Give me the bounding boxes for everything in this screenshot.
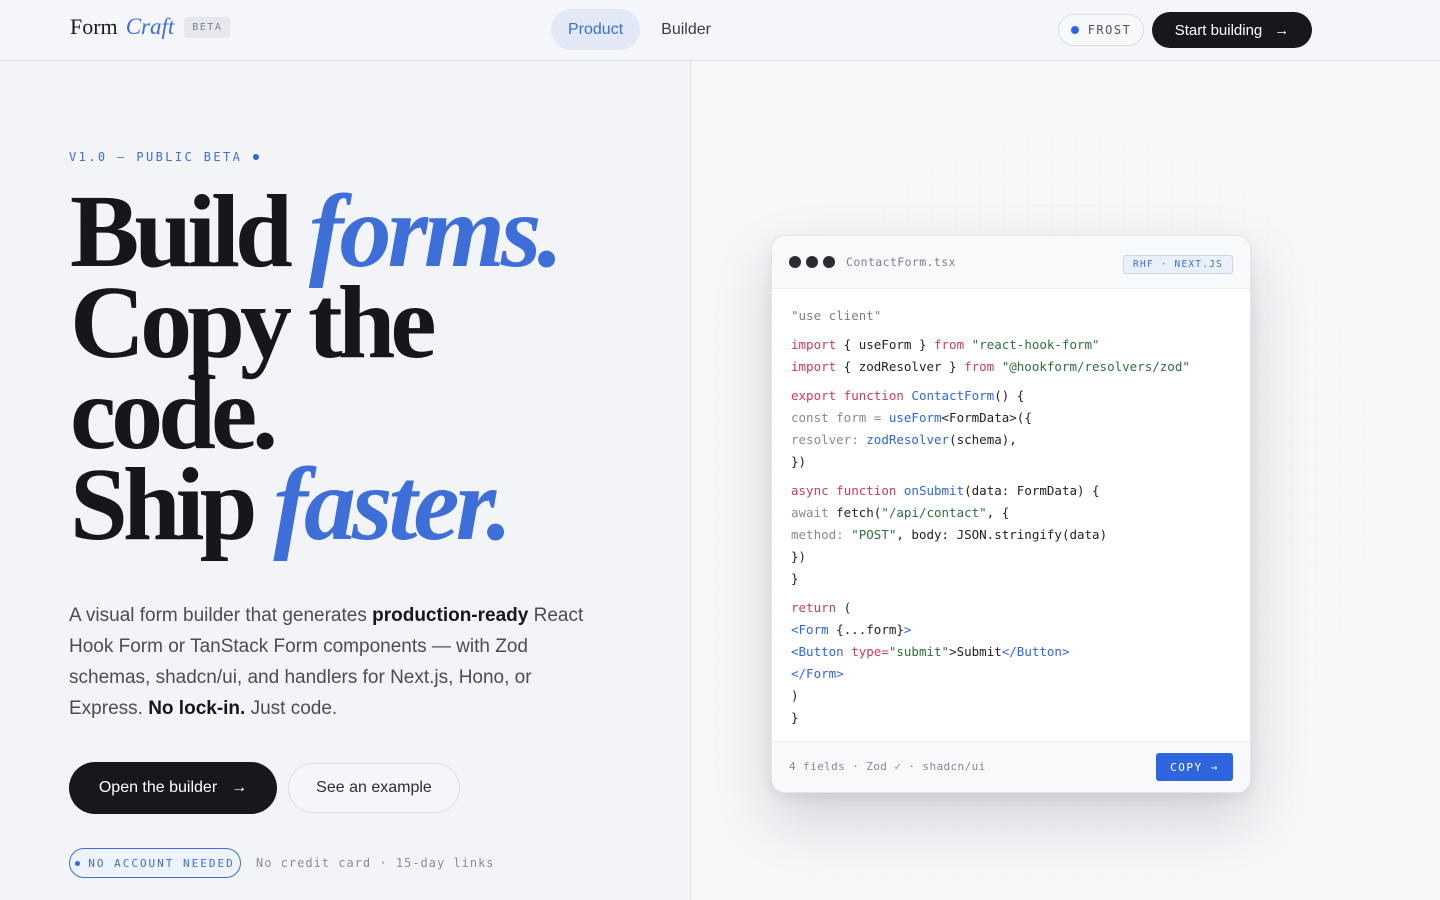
beta-badge: BETA [184,16,231,38]
hero-eyebrow: V1.0 — PUBLIC BETA [69,150,260,164]
code-line: async function onSubmit(data: FormData) … [791,483,1100,498]
desc-part-3: Just code. [245,698,338,719]
theme-label: FROST [1087,23,1132,37]
code-line: </Form> [791,666,844,681]
code-line: }) [791,549,807,564]
code-block: "use client" import { useForm } from "re… [791,305,1231,729]
theme-dot-icon [1070,26,1079,34]
no-account-label: NO ACCOUNT NEEDED [88,856,235,870]
window-dot-icon [789,256,801,268]
badge-dot-icon [75,860,81,866]
hero-meta-note: No credit card · 15-day links [256,856,495,870]
see-example-button[interactable]: See an example [288,763,460,813]
code-line: } [791,571,799,586]
theme-toggle[interactable]: FROST [1058,14,1144,46]
start-building-button[interactable]: Start building → [1152,12,1312,48]
nav-tabs: Product Builder [551,9,732,50]
tab-builder[interactable]: Builder [644,9,728,50]
code-line: "use client" [791,308,882,323]
desc-part-1: A visual form builder that generates [69,605,373,626]
open-builder-button[interactable]: Open the builder → [69,762,277,814]
arrow-right-icon: → [231,779,248,796]
code-line: } [791,710,799,725]
window-controls [789,256,840,268]
code-card-footer: 4 fields · Zod ✓ · shadcn/ui COPY → [772,741,1250,792]
top-nav: Form Craft BETA Product Builder FROST St… [0,0,1440,61]
desc-bold-1: production-ready [372,605,529,626]
code-card-header: ContactForm.tsx RHF · NEXT.JS [772,236,1250,289]
code-filename: ContactForm.tsx [846,255,956,269]
code-line: import { zodResolver } from "@hookform/r… [791,359,1190,374]
code-line: await fetch("/api/contact", { [791,505,1010,520]
code-line: <Form {...form}> [791,622,912,637]
status-dot-icon [253,154,260,160]
code-line: import { useForm } from "react-hook-form… [791,337,1100,352]
code-line: export function ContactForm() { [791,388,1025,403]
headline-line-4: Ship faster. [70,453,559,557]
desc-bold-2: No lock-in. [148,698,246,719]
code-line: return ( [791,600,852,615]
open-builder-label: Open the builder [98,779,218,796]
copy-button[interactable]: COPY → [1156,753,1233,781]
code-line: }) [791,454,807,469]
eyebrow-label: V1.0 — PUBLIC BETA [69,150,243,164]
brand-form-word: Form [70,14,118,39]
hero-headline: Build forms. Copy the code. Ship faster. [70,180,563,557]
no-account-badge: NO ACCOUNT NEEDED [69,848,241,878]
headline-faster: faster. [273,447,512,562]
see-example-label: See an example [316,779,432,796]
code-line: resolver: zodResolver(schema), [791,432,1017,447]
start-building-label: Start building [1174,21,1263,39]
code-line: ) [791,688,799,703]
code-meta: 4 fields · Zod ✓ · shadcn/ui [789,760,986,773]
brand-craft-word: Craft [125,14,175,39]
brand-logo[interactable]: Form Craft BETA [70,14,231,40]
headline-line-1: Build forms. [70,180,563,284]
code-preview-card: ContactForm.tsx RHF · NEXT.JS "use clien… [771,235,1251,793]
stack-badge: RHF · NEXT.JS [1123,255,1233,274]
arrow-right-icon: → [1274,21,1290,39]
code-line: const form = useForm<FormData>({ [791,410,1032,425]
headline-ship: Ship [70,447,274,562]
tab-product[interactable]: Product [551,9,641,50]
window-dot-icon [806,256,818,268]
headline-line-3: code. [70,356,278,471]
headline-line-2: Copy the [70,265,437,380]
hero-description: A visual form builder that generates pro… [69,600,604,724]
code-line: <Button type="submit">Submit</Button> [791,644,1070,659]
window-dot-icon [823,256,835,268]
code-line: method: "POST", body: JSON.stringify(dat… [791,527,1108,542]
